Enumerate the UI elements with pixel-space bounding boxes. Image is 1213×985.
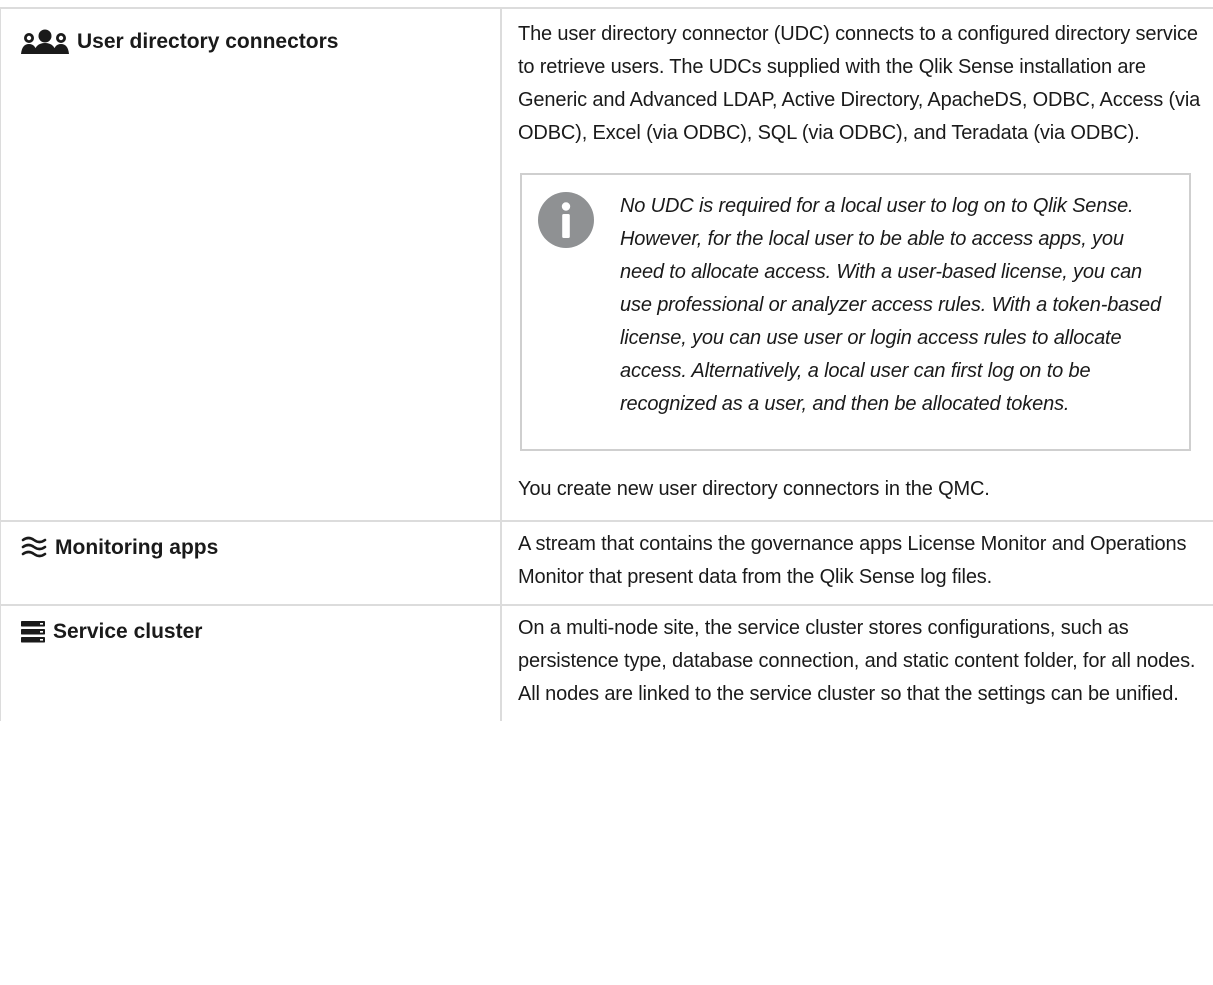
description-cell: On a multi-node site, the service cluste… (502, 606, 1213, 721)
description-cell: A stream that contains the governance ap… (502, 522, 1213, 604)
definitions-table: User directory connectors The user direc… (0, 7, 1213, 721)
term-heading: Monitoring apps (21, 536, 500, 560)
term-cell: Monitoring apps (0, 522, 502, 604)
note-text: No UDC is required for a local user to l… (620, 195, 1161, 415)
waves-icon (21, 536, 47, 560)
term-cell: User directory connectors (0, 9, 502, 520)
term-heading: Service cluster (21, 620, 500, 644)
term-label: Service cluster (53, 620, 203, 643)
description-text: The user directory connector (UDC) conne… (518, 23, 1201, 144)
term-cell: Service cluster (0, 606, 502, 721)
description-text: A stream that contains the governance ap… (518, 533, 1187, 588)
server-stack-icon (21, 621, 45, 643)
term-heading: User directory connectors (21, 29, 500, 55)
description-text: On a multi-node site, the service cluste… (518, 617, 1196, 705)
description-cell: The user directory connector (UDC) conne… (502, 9, 1213, 520)
table-row: User directory connectors The user direc… (0, 7, 1213, 520)
description-text: You create new user directory connectors… (518, 478, 990, 500)
table-row: Service cluster On a multi-node site, th… (0, 604, 1213, 721)
table-row: Monitoring apps A stream that contains t… (0, 520, 1213, 604)
term-label: User directory connectors (77, 30, 339, 53)
users-icon (21, 29, 69, 55)
term-label: Monitoring apps (55, 536, 219, 559)
info-icon (538, 192, 594, 248)
note-box: No UDC is required for a local user to l… (520, 173, 1191, 451)
